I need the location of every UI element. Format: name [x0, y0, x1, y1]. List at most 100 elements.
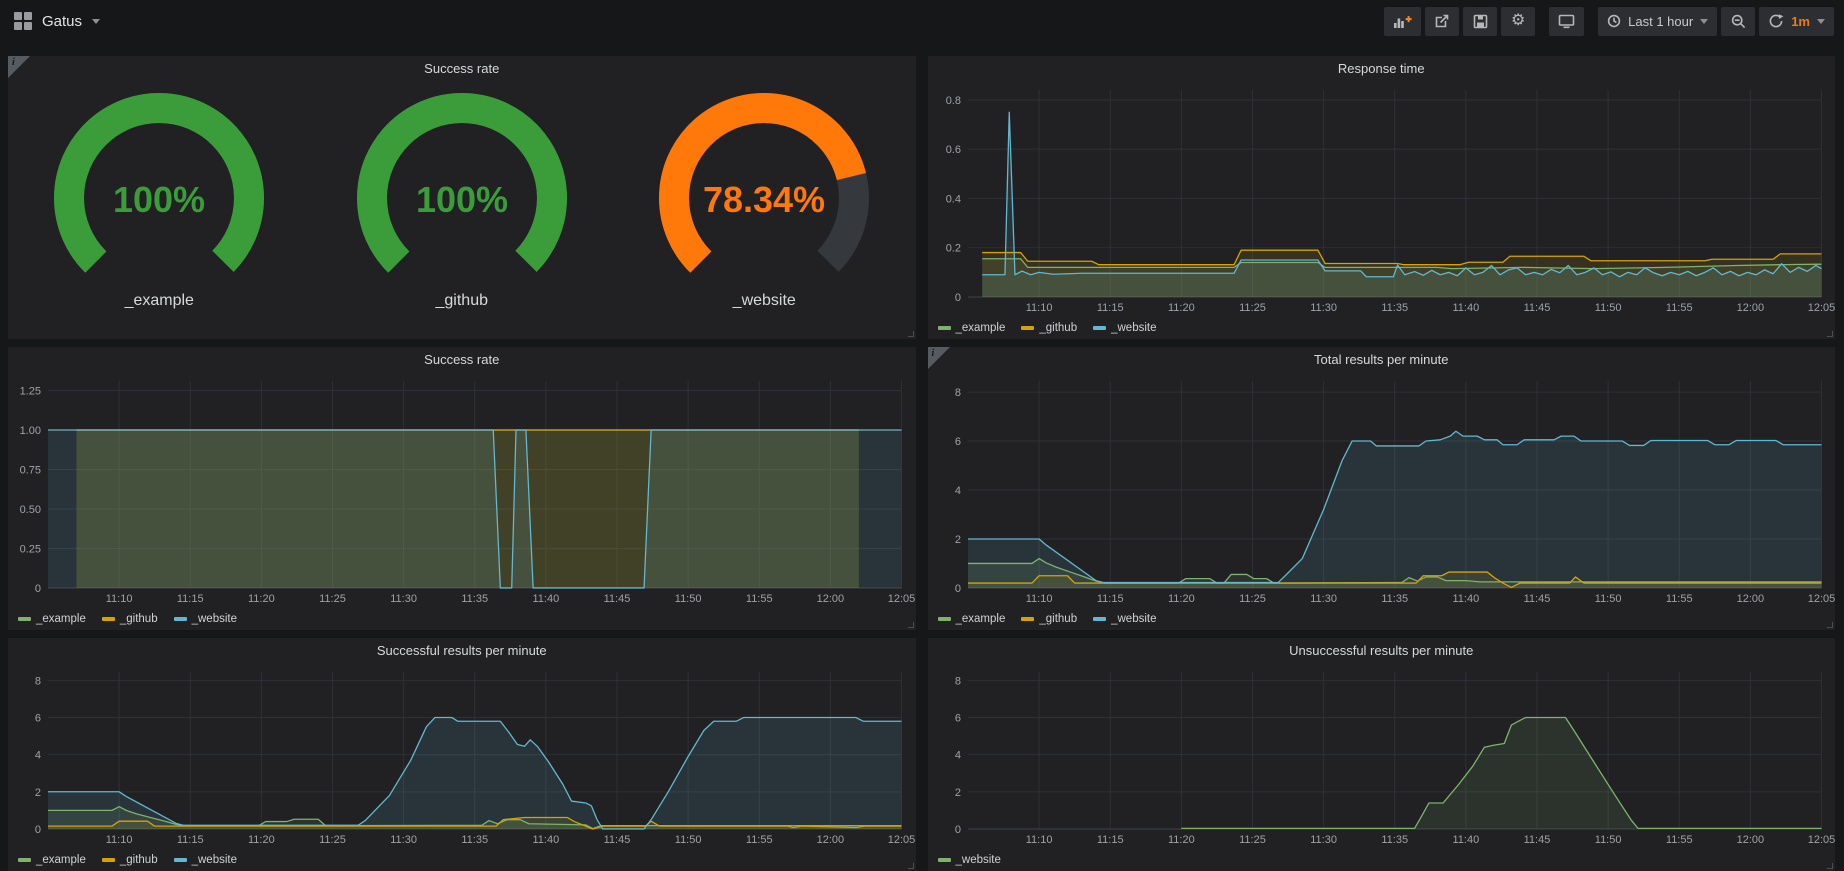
svg-text:11:20: 11:20: [248, 834, 275, 846]
svg-text:12:00: 12:00: [817, 593, 845, 605]
gauge-value: 100%: [113, 179, 205, 220]
panel-resize-handle[interactable]: [908, 622, 914, 628]
success-rate-chart[interactable]: 11:1011:1511:2011:2511:3011:3511:4011:45…: [8, 373, 916, 608]
svg-text:11:30: 11:30: [390, 593, 417, 605]
chart-legend: _example _github _website: [928, 317, 1836, 339]
svg-text:0.6: 0.6: [945, 144, 960, 156]
tv-icon: [1558, 14, 1575, 29]
panel-resize-handle[interactable]: [1827, 863, 1833, 869]
successful-results-chart[interactable]: 11:1011:1511:2011:2511:3011:3511:4011:45…: [8, 664, 916, 849]
add-panel-button[interactable]: [1384, 7, 1421, 36]
settings-button[interactable]: ⚙: [1501, 7, 1535, 36]
svg-text:11:10: 11:10: [106, 834, 133, 846]
svg-text:11:20: 11:20: [248, 593, 275, 605]
panel-title[interactable]: Successful results per minute: [8, 638, 916, 664]
chevron-down-icon: [1817, 19, 1825, 24]
svg-text:11:30: 11:30: [390, 834, 417, 846]
legend-label: _example: [36, 854, 86, 866]
dashboard-title[interactable]: Gatus: [42, 13, 82, 30]
svg-text:0.4: 0.4: [945, 193, 960, 205]
svg-text:6: 6: [954, 713, 960, 725]
svg-text:11:35: 11:35: [1381, 302, 1408, 314]
legend-item[interactable]: _website: [174, 854, 237, 866]
clock-icon: [1607, 14, 1621, 28]
legend-item[interactable]: _website: [1093, 322, 1156, 334]
gauge-label: _website: [733, 292, 796, 310]
total-results-chart[interactable]: 11:1011:1511:2011:2511:3011:3511:4011:45…: [928, 373, 1836, 608]
panel-resize-handle[interactable]: [1827, 331, 1833, 337]
svg-text:11:35: 11:35: [461, 834, 488, 846]
legend-swatch: [1093, 326, 1106, 330]
gauge-row: 100%_example100%_github78.34%_website: [8, 82, 916, 339]
svg-text:2: 2: [35, 787, 41, 799]
svg-text:0: 0: [954, 292, 960, 304]
svg-text:11:55: 11:55: [746, 593, 773, 605]
panel-title[interactable]: Response time: [928, 56, 1836, 82]
svg-text:12:05: 12:05: [888, 834, 916, 846]
svg-text:11:35: 11:35: [1381, 593, 1408, 605]
panel-resize-handle[interactable]: [908, 331, 914, 337]
refresh-button[interactable]: 1m: [1759, 7, 1834, 36]
legend-item[interactable]: _example: [938, 322, 1006, 334]
svg-text:11:25: 11:25: [1239, 834, 1266, 846]
panel-success-rate-graph: Success rate 11:1011:1511:2011:2511:3011…: [8, 347, 916, 630]
panel-title[interactable]: Success rate: [8, 347, 916, 373]
legend-label: _github: [120, 854, 158, 866]
svg-text:11:55: 11:55: [1665, 834, 1692, 846]
svg-text:0.8: 0.8: [945, 95, 960, 107]
legend-item[interactable]: _example: [18, 854, 86, 866]
svg-text:11:15: 11:15: [177, 834, 204, 846]
share-icon: [1434, 14, 1450, 29]
panel-info-icon[interactable]: i: [8, 56, 30, 78]
chevron-down-icon[interactable]: [92, 19, 100, 24]
panel-title[interactable]: Success rate: [8, 56, 916, 82]
svg-text:6: 6: [35, 713, 41, 725]
legend-label: _website: [192, 854, 237, 866]
legend-swatch: [938, 858, 951, 862]
svg-text:11:40: 11:40: [533, 593, 560, 605]
legend-item[interactable]: _github: [1021, 322, 1077, 334]
panel-resize-handle[interactable]: [908, 863, 914, 869]
svg-text:11:30: 11:30: [1310, 302, 1337, 314]
legend-item[interactable]: _website: [938, 854, 1001, 866]
svg-text:11:45: 11:45: [604, 834, 631, 846]
panel-resize-handle[interactable]: [1827, 622, 1833, 628]
legend-item[interactable]: _github: [102, 854, 158, 866]
svg-text:8: 8: [954, 387, 960, 399]
legend-label: _github: [120, 613, 158, 625]
legend-item[interactable]: _example: [18, 613, 86, 625]
share-button[interactable]: [1425, 7, 1459, 36]
svg-text:12:00: 12:00: [817, 834, 845, 846]
svg-text:0.50: 0.50: [20, 504, 41, 516]
svg-text:11:50: 11:50: [1594, 302, 1621, 314]
panel-title[interactable]: Total results per minute: [928, 347, 1836, 373]
legend-item[interactable]: _github: [102, 613, 158, 625]
chevron-down-icon: [1700, 19, 1708, 24]
zoom-out-button[interactable]: [1721, 7, 1755, 36]
svg-text:4: 4: [954, 485, 960, 497]
legend-item[interactable]: _example: [938, 613, 1006, 625]
svg-text:11:15: 11:15: [1096, 834, 1123, 846]
legend-item[interactable]: _github: [1021, 613, 1077, 625]
svg-text:11:30: 11:30: [1310, 834, 1337, 846]
navbar: Gatus ⚙: [0, 0, 1844, 42]
response-time-chart[interactable]: 11:1011:1511:2011:2511:3011:3511:4011:45…: [928, 82, 1836, 317]
chart-legend: _example _github _website: [928, 608, 1836, 630]
save-button[interactable]: [1463, 7, 1497, 36]
svg-text:11:30: 11:30: [1310, 593, 1337, 605]
legend-item[interactable]: _website: [174, 613, 237, 625]
gauge-value: 78.34%: [703, 179, 825, 220]
time-range-button[interactable]: Last 1 hour: [1598, 7, 1717, 36]
cycle-view-button[interactable]: [1549, 7, 1584, 36]
legend-label: _website: [1111, 322, 1156, 334]
legend-label: _website: [1111, 613, 1156, 625]
svg-text:11:20: 11:20: [1168, 834, 1195, 846]
panel-info-icon[interactable]: i: [928, 347, 950, 369]
dashboards-grid-icon[interactable]: [14, 12, 32, 30]
svg-text:11:55: 11:55: [746, 834, 773, 846]
unsuccessful-results-chart[interactable]: 11:1011:1511:2011:2511:3011:3511:4011:45…: [928, 664, 1836, 849]
svg-text:11:40: 11:40: [1452, 834, 1479, 846]
legend-item[interactable]: _website: [1093, 613, 1156, 625]
svg-text:12:05: 12:05: [1807, 302, 1835, 314]
panel-title[interactable]: Unsuccessful results per minute: [928, 638, 1836, 664]
